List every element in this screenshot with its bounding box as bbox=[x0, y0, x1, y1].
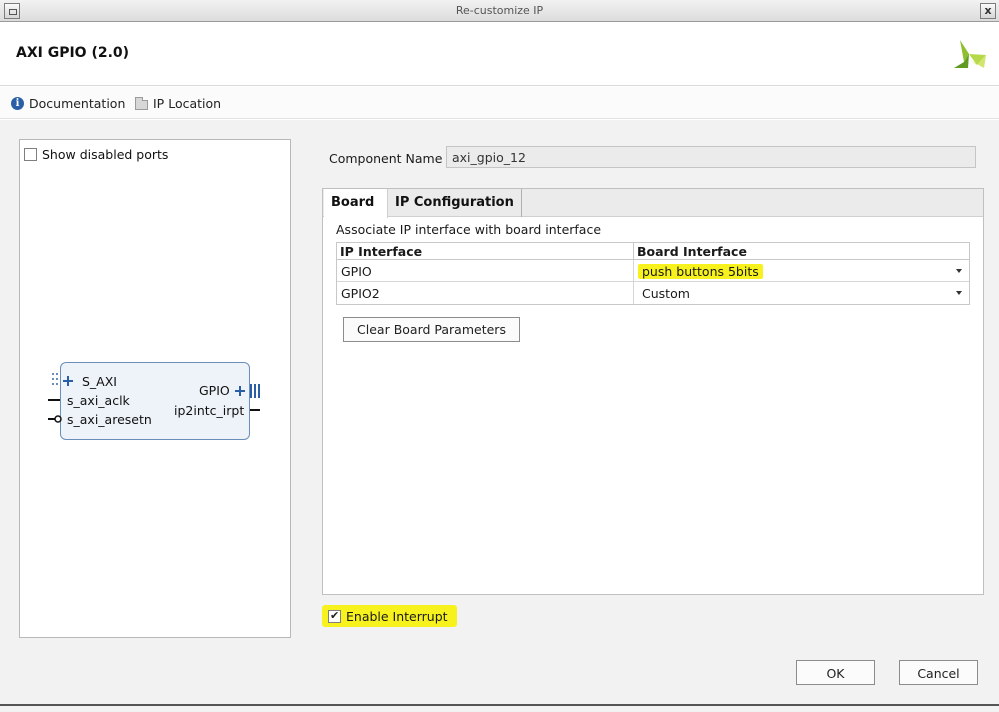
ip-title: AXI GPIO (2.0) bbox=[16, 45, 129, 61]
ip-location-link[interactable]: IP Location bbox=[135, 96, 221, 111]
board-interface-dropdown[interactable]: Custom bbox=[634, 282, 969, 304]
tab-ip-configuration[interactable]: IP Configuration bbox=[388, 189, 522, 217]
enable-interrupt-label: Enable Interrupt bbox=[346, 609, 448, 624]
port-ip2intc-irpt: ip2intc_irpt bbox=[174, 403, 244, 418]
board-interface-dropdown[interactable]: push buttons 5bits bbox=[634, 260, 969, 282]
ip-location-label: IP Location bbox=[153, 96, 221, 111]
board-interface-table: IP Interface Board Interface GPIO push b… bbox=[336, 242, 970, 305]
gpio-plus-icon bbox=[235, 386, 245, 396]
plus-icon bbox=[63, 376, 73, 386]
clear-board-parameters-button[interactable]: Clear Board Parameters bbox=[343, 317, 520, 342]
table-row-ip-interface: GPIO bbox=[337, 260, 634, 282]
component-name-field[interactable]: axi_gpio_12 bbox=[446, 146, 976, 168]
board-description: Associate IP interface with board interf… bbox=[336, 222, 601, 237]
window-title: Re-customize IP bbox=[0, 4, 999, 17]
window-title-bar[interactable]: Re-customize IP x bbox=[0, 0, 999, 22]
table-row-ip-interface: GPIO2 bbox=[337, 282, 634, 304]
tab-board[interactable]: Board bbox=[324, 189, 388, 218]
board-interface-value: push buttons 5bits bbox=[638, 264, 763, 279]
documentation-label: Documentation bbox=[29, 96, 125, 111]
board-interface-value: Custom bbox=[638, 286, 690, 301]
info-icon: i bbox=[11, 97, 24, 110]
show-disabled-ports-checkbox[interactable] bbox=[24, 148, 37, 161]
port-s-axi-aresetn: s_axi_aresetn bbox=[67, 412, 152, 427]
documentation-bar: i Documentation IP Location bbox=[0, 87, 999, 119]
ok-button[interactable]: OK bbox=[796, 660, 875, 685]
xilinx-logo-icon bbox=[950, 38, 988, 72]
port-gpio: GPIO bbox=[199, 383, 230, 398]
drag-handle-icon bbox=[52, 373, 58, 385]
aresetn-bubble bbox=[55, 416, 61, 422]
documentation-link[interactable]: i Documentation bbox=[11, 96, 125, 111]
component-name-label: Component Name bbox=[329, 151, 442, 166]
chevron-down-icon bbox=[956, 269, 962, 273]
port-s-axi-aclk: s_axi_aclk bbox=[67, 393, 130, 408]
enable-interrupt-checkbox[interactable] bbox=[328, 610, 341, 623]
dialog-header: AXI GPIO (2.0) bbox=[0, 22, 999, 86]
window-bottom-border bbox=[0, 704, 999, 706]
column-header-ip-interface: IP Interface bbox=[337, 243, 634, 260]
column-header-board-interface: Board Interface bbox=[634, 243, 969, 260]
show-disabled-ports-label: Show disabled ports bbox=[42, 147, 168, 162]
port-s-axi: S_AXI bbox=[82, 374, 117, 389]
gpio-bus-icon bbox=[251, 384, 259, 398]
chevron-down-icon bbox=[956, 291, 962, 295]
folder-icon bbox=[135, 100, 148, 110]
window-close-button[interactable]: x bbox=[980, 3, 996, 19]
cancel-button[interactable]: Cancel bbox=[899, 660, 978, 685]
